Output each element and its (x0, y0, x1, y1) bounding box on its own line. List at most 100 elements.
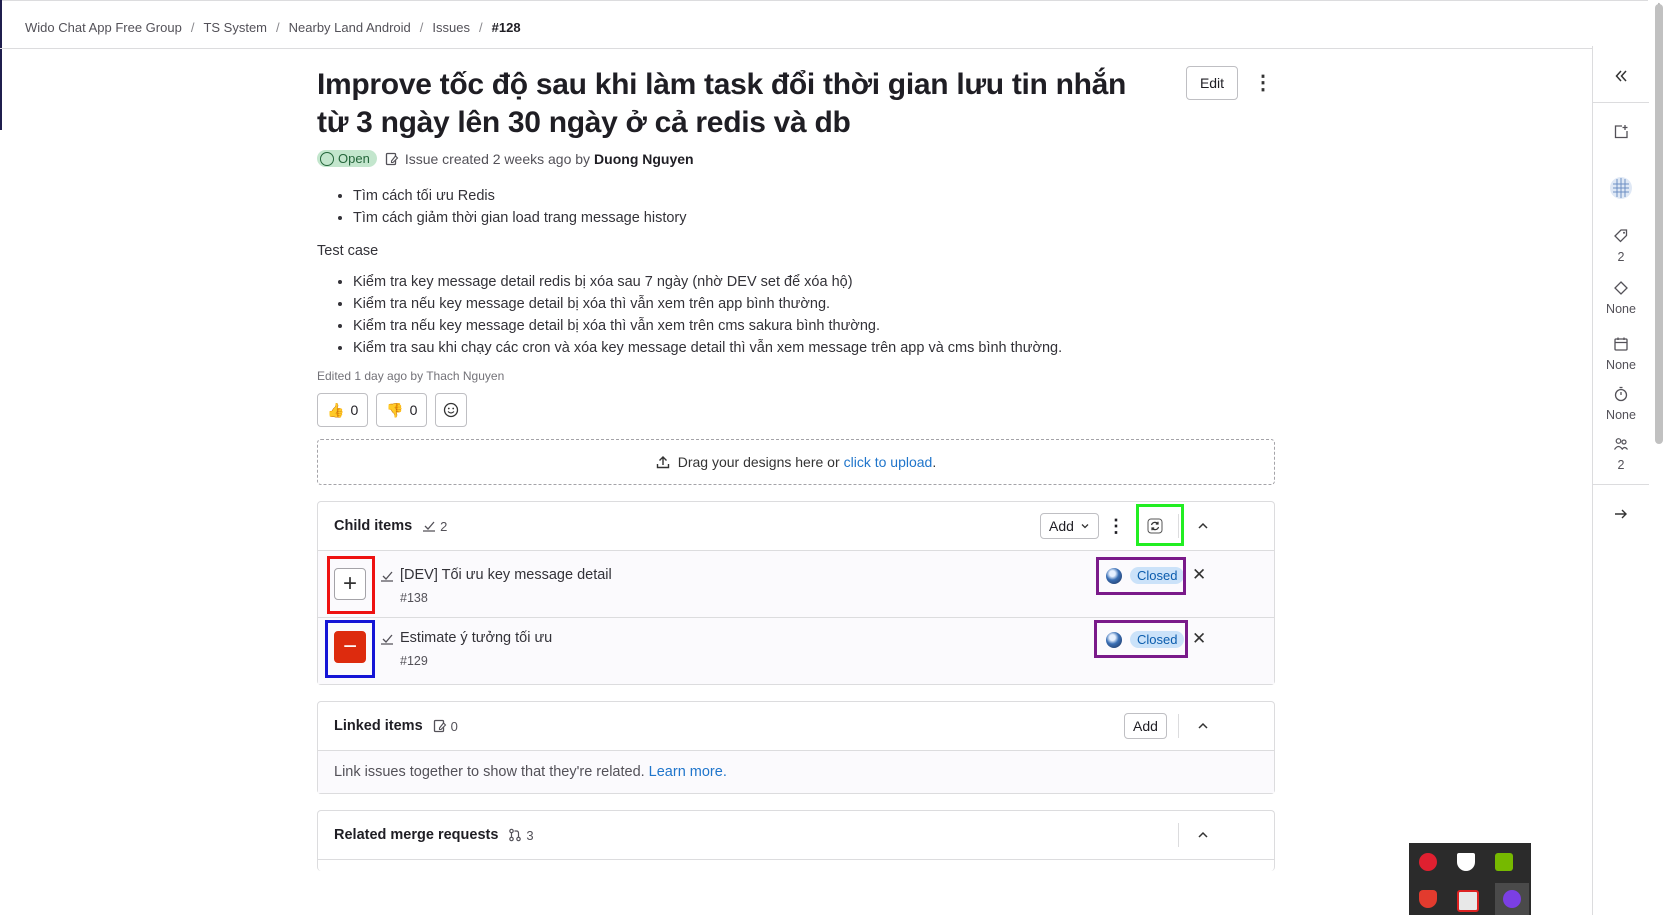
issue-type-icon (385, 152, 399, 165)
shield-icon[interactable] (1457, 853, 1475, 871)
status-badge: Closed (1130, 567, 1185, 584)
upload-link[interactable]: click to upload (844, 454, 933, 470)
child-items-title: Child items (334, 518, 413, 534)
assignee-avatar[interactable] (1106, 567, 1122, 584)
collapse-related-mrs-button[interactable] (1189, 821, 1217, 849)
collapse-sidebar-button[interactable] (1593, 68, 1649, 84)
chevron-up-icon (1198, 722, 1208, 729)
sidebar-move-issue[interactable] (1593, 506, 1649, 522)
sidebar-labels[interactable]: 2 (1593, 228, 1649, 264)
thumbs-down-count: 0 (409, 402, 418, 418)
expand-button[interactable]: + (334, 568, 366, 600)
sidebar-milestone[interactable]: None (1593, 280, 1649, 316)
list-item: Kiểm tra sau khi chạy các cron và xóa ke… (353, 337, 1275, 359)
remove-child-icon[interactable]: ✕ (1192, 565, 1206, 585)
breadcrumb-current[interactable]: #128 (492, 20, 521, 35)
vivaldi-icon[interactable] (1457, 890, 1479, 912)
breadcrumb-project[interactable]: Nearby Land Android (289, 20, 411, 35)
edit-button[interactable]: Edit (1186, 66, 1238, 100)
due-date-value: None (1606, 358, 1636, 372)
chevron-up-icon (1198, 522, 1208, 529)
child-item-title[interactable]: Estimate ý tưởng tối ưu (400, 630, 552, 646)
sidebar-due-date[interactable]: None (1593, 336, 1649, 372)
milestone-value: None (1606, 302, 1636, 316)
breadcrumb-subgroup[interactable]: TS System (203, 20, 267, 35)
child-items-card: Child items 2 Add ⋮ + [DEV] Tối ưu key m… (317, 501, 1275, 685)
child-item-row[interactable]: + [DEV] Tối ưu key message detail #138 C… (318, 550, 1274, 617)
linked-add-label: Add (1133, 718, 1158, 734)
design-dropzone[interactable]: Drag your designs here or click to uploa… (317, 439, 1275, 485)
child-items-count-value: 2 (440, 518, 448, 534)
child-item-row[interactable]: − Estimate ý tưởng tối ưu #129 Closed ✕ (318, 617, 1274, 684)
smiley-icon (444, 402, 459, 418)
collapse-child-items-button[interactable] (1189, 512, 1217, 540)
status-badge: Closed (1130, 631, 1185, 648)
related-mrs-count: 3 (508, 828, 534, 843)
issue-title: Improve tốc độ sau khi làm task đổi thời… (317, 68, 1127, 139)
sidebar-time-tracking[interactable]: None (1593, 386, 1649, 422)
linked-items-card: Linked items 0 Add Link issues together … (317, 701, 1275, 794)
scrollbar-thumb[interactable] (1655, 4, 1663, 444)
labels-icon (1614, 229, 1628, 243)
collapse-button[interactable]: − (334, 631, 366, 663)
breadcrumb-separator: / (479, 19, 483, 35)
child-add-label: Add (1049, 518, 1074, 534)
thumbs-up-button[interactable]: 👍 0 (317, 393, 369, 427)
linked-items-empty: Link issues together to show that they'r… (318, 750, 1274, 793)
milestone-icon (1614, 281, 1628, 295)
sidebar-assignee[interactable] (1593, 176, 1649, 200)
breadcrumb-separator: / (276, 19, 280, 35)
status-badge: Open (317, 150, 377, 167)
dropzone-suffix: . (932, 454, 937, 470)
task-icon (381, 634, 393, 645)
thumbs-down-button[interactable]: 👎 0 (376, 393, 428, 427)
related-mrs-body (318, 859, 1274, 860)
thumbs-up-icon: 👍 (327, 401, 345, 418)
list-item: Tìm cách giảm thời gian load trang messa… (353, 207, 1275, 229)
tray-app-icon[interactable] (1503, 890, 1521, 908)
assignee-avatar[interactable] (1106, 631, 1122, 648)
breadcrumb-group[interactable]: Wido Chat App Free Group (25, 20, 182, 35)
tray-app-icon[interactable] (1419, 853, 1437, 871)
list-item: Kiểm tra nếu key message detail bị xóa t… (353, 293, 1275, 315)
child-items-header: Child items 2 Add ⋮ (318, 502, 1274, 550)
sidebar-participants[interactable]: 2 (1593, 436, 1649, 472)
description-list-2: Kiểm tra key message detail redis bị xóa… (317, 271, 1275, 359)
add-reaction-button[interactable] (435, 393, 468, 427)
sidebar-divider (1593, 484, 1649, 485)
tray-app-icon[interactable] (1419, 890, 1437, 908)
refresh-button[interactable] (1141, 512, 1169, 540)
upload-icon (656, 456, 669, 469)
child-add-button[interactable]: Add (1040, 513, 1099, 539)
child-item-ref: #129 (400, 654, 428, 668)
list-item: Kiểm tra nếu key message detail bị xóa t… (353, 315, 1275, 337)
child-more-icon[interactable]: ⋮ (1102, 512, 1130, 540)
collapse-linked-items-button[interactable] (1189, 712, 1217, 740)
linked-items-title: Linked items (334, 718, 423, 734)
breadcrumb-separator: / (419, 19, 424, 35)
nvidia-icon[interactable] (1495, 853, 1513, 871)
more-actions-icon[interactable]: ⋮ (1249, 68, 1277, 96)
remove-child-icon[interactable]: ✕ (1192, 629, 1206, 649)
linked-items-count: 0 (433, 719, 458, 734)
breadcrumb-issues[interactable]: Issues (432, 20, 470, 35)
sidebar-todo[interactable] (1593, 124, 1649, 140)
refresh-icon (1147, 518, 1163, 534)
system-tray-popup (1409, 843, 1531, 915)
linked-add-button[interactable]: Add (1124, 713, 1167, 739)
issue-meta: Open Issue created 2 weeks ago by Duong … (317, 150, 1275, 167)
left-edge (0, 0, 2, 130)
linked-items-empty-text: Link issues together to show that they'r… (334, 764, 645, 780)
participants-count: 2 (1617, 458, 1625, 472)
learn-more-link[interactable]: Learn more. (649, 764, 727, 780)
arrow-right-icon (1615, 509, 1627, 519)
list-item: Kiểm tra key message detail redis bị xóa… (353, 271, 1275, 293)
status-label: Open (338, 151, 370, 166)
child-item-title[interactable]: [DEV] Tối ưu key message detail (400, 567, 612, 583)
breadcrumb-separator: / (190, 19, 195, 35)
top-border (0, 0, 1648, 1)
assignee-avatar-icon (1610, 177, 1632, 199)
award-buttons: 👍 0 👎 0 (317, 393, 1275, 427)
issue-author[interactable]: Duong Nguyen (594, 151, 694, 167)
related-mrs-card: Related merge requests 3 (317, 810, 1275, 871)
